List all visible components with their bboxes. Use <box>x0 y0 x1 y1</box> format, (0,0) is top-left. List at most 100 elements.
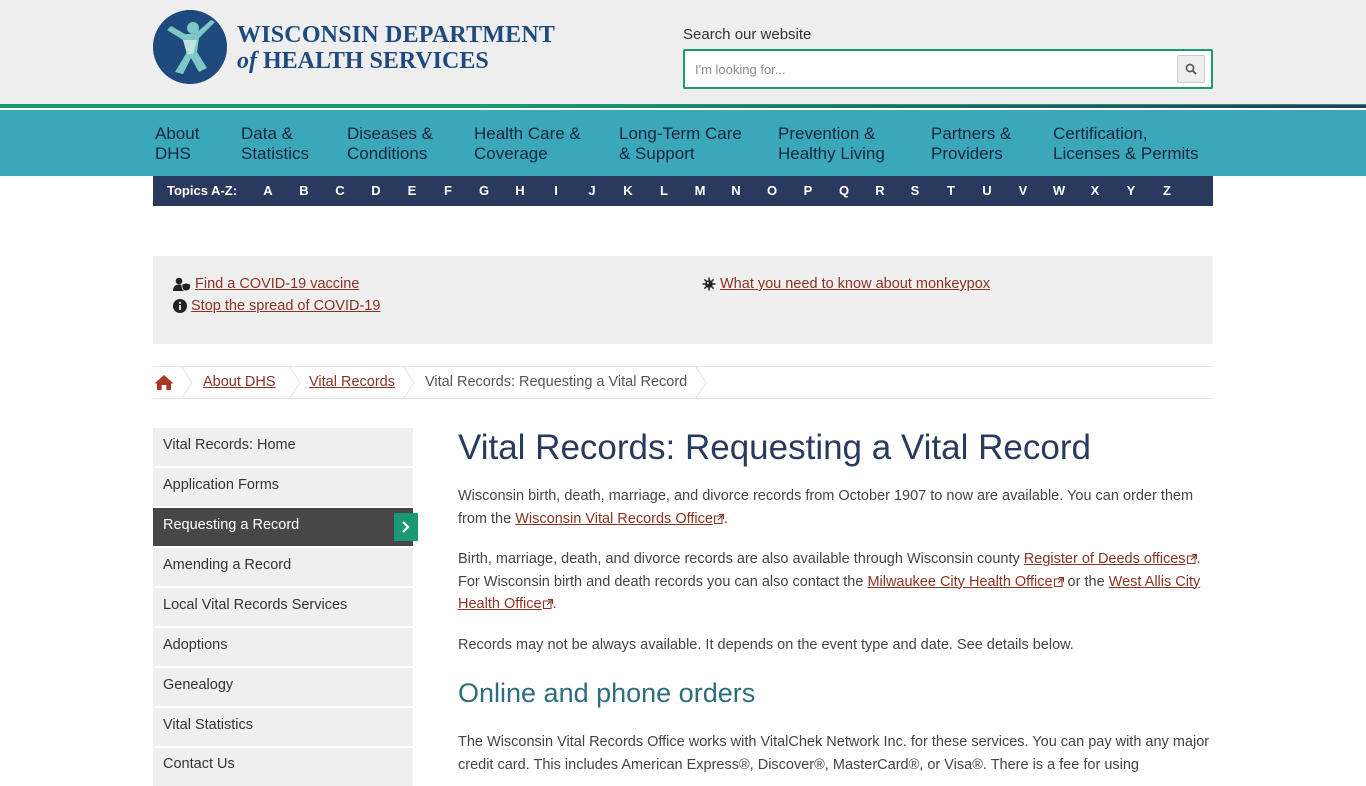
breadcrumb-vital-records[interactable]: Vital Records <box>309 374 395 390</box>
topic-letter-w[interactable]: W <box>1049 183 1069 198</box>
nav-certification-licenses[interactable]: Certification, Licenses & Permits <box>1053 124 1199 164</box>
logo-line2-text: HEALTH SERVICES <box>263 48 489 74</box>
topic-letter-c[interactable]: C <box>330 183 350 198</box>
logo-line1: WISCONSIN DEPARTMENT <box>237 22 556 48</box>
search-button[interactable] <box>1177 55 1205 83</box>
nav-line1: Long-Term Care <box>619 124 742 143</box>
nav-about-dhs[interactable]: About DHS <box>155 124 199 164</box>
breadcrumb-separator <box>695 367 707 398</box>
sidebar-item-local-services[interactable]: Local Vital Records Services <box>153 588 413 626</box>
nav-line1: Health Care & <box>474 124 581 143</box>
sidebar-item-requesting-record[interactable]: Requesting a Record <box>153 508 418 546</box>
breadcrumb-separator <box>181 367 193 398</box>
alert-covid-vaccine: Find a COVID-19 vaccine <box>173 276 359 292</box>
sidebar-item-amending-record[interactable]: Amending a Record <box>153 548 413 586</box>
topic-letter-k[interactable]: K <box>618 183 638 198</box>
register-of-deeds-link[interactable]: Register of Deeds offices <box>1024 551 1186 567</box>
topic-letter-q[interactable]: Q <box>834 183 854 198</box>
topic-letter-d[interactable]: D <box>366 183 386 198</box>
page-title: Vital Records: Requesting a Vital Record <box>458 428 1091 467</box>
milwaukee-health-office-link[interactable]: Milwaukee City Health Office <box>867 574 1052 590</box>
county-end: . <box>552 596 557 612</box>
dhs-logo-mark-icon <box>153 10 227 84</box>
search-icon <box>1185 63 1197 75</box>
header-stripe-gradient <box>0 105 1366 108</box>
person-shield-icon <box>173 277 191 291</box>
topic-letter-z[interactable]: Z <box>1157 183 1177 198</box>
section-heading-online-orders: Online and phone orders <box>458 678 756 708</box>
topic-letter-n[interactable]: N <box>726 183 746 198</box>
nav-line2: Statistics <box>241 144 310 163</box>
dhs-logo[interactable]: WISCONSIN DEPARTMENT of HEALTH SERVICES <box>153 10 555 84</box>
main-nav: About DHS Data & Statistics Diseases & Cond… <box>0 110 1366 176</box>
home-icon[interactable] <box>154 374 174 395</box>
monkeypox-link[interactable]: What you need to know about monkeypox <box>720 276 990 292</box>
nav-line1: Certification, <box>1053 124 1148 143</box>
info-circle-icon <box>173 299 187 313</box>
topic-letter-x[interactable]: X <box>1085 183 1105 198</box>
nav-line1: Data & <box>241 124 293 143</box>
vitalchek-paragraph: The Wisconsin Vital Records Office works… <box>458 734 1210 773</box>
topic-letter-j[interactable]: J <box>582 183 602 198</box>
sidebar-item-home[interactable]: Vital Records: Home <box>153 428 413 466</box>
topic-letter-p[interactable]: P <box>798 183 818 198</box>
nav-prevention-healthy-living[interactable]: Prevention & Healthy Living <box>778 124 885 164</box>
breadcrumb-about-dhs[interactable]: About DHS <box>203 374 276 390</box>
topic-letter-u[interactable]: U <box>977 183 997 198</box>
sidebar-item-label: Requesting a Record <box>163 517 300 533</box>
topic-letter-g[interactable]: G <box>474 183 494 198</box>
external-link-icon <box>1053 576 1064 587</box>
topic-letter-o[interactable]: O <box>762 183 782 198</box>
topic-letter-m[interactable]: M <box>690 183 710 198</box>
logo-line2: of HEALTH SERVICES <box>237 48 555 74</box>
site-header: WISCONSIN DEPARTMENT of HEALTH SERVICES … <box>0 0 1366 104</box>
topic-letter-b[interactable]: B <box>294 183 314 198</box>
breadcrumb-separator <box>403 367 415 398</box>
intro-end: . <box>723 510 728 527</box>
virus-icon <box>702 277 716 291</box>
nav-line2: Providers <box>931 144 1003 163</box>
nav-line2: & Support <box>619 144 695 163</box>
topic-letter-i[interactable]: I <box>546 183 566 198</box>
topic-letter-a[interactable]: A <box>258 183 278 198</box>
alert-box: Find a COVID-19 vaccine Stop the spread … <box>153 256 1213 344</box>
nav-long-term-care[interactable]: Long-Term Care & Support <box>619 124 742 164</box>
topic-letter-y[interactable]: Y <box>1121 183 1141 198</box>
topic-letter-e[interactable]: E <box>402 183 422 198</box>
external-link-icon <box>542 599 553 609</box>
sidebar-item-contact-us[interactable]: Contact Us <box>153 748 413 786</box>
nav-data-statistics[interactable]: Data & Statistics <box>241 124 309 164</box>
topic-letter-f[interactable]: F <box>438 183 458 198</box>
intro-paragraph: Wisconsin birth, death, marriage, and di… <box>458 485 1213 530</box>
stop-spread-link[interactable]: Stop the spread of COVID-19 <box>191 298 380 314</box>
external-link-icon <box>713 513 724 524</box>
search-label: Search our website <box>683 26 812 43</box>
nav-line2: Healthy Living <box>778 144 885 163</box>
covid-vaccine-link[interactable]: Find a COVID-19 vaccine <box>195 276 359 292</box>
vital-records-office-link[interactable]: Wisconsin Vital Records Office <box>515 511 713 527</box>
nav-line2: Licenses & Permits <box>1053 144 1199 163</box>
topic-letter-s[interactable]: S <box>905 183 925 198</box>
sidebar-item-vital-statistics[interactable]: Vital Statistics <box>153 708 413 746</box>
search-input[interactable] <box>695 58 1165 80</box>
topic-letter-r[interactable]: R <box>870 183 890 198</box>
nav-line2: Conditions <box>347 144 428 163</box>
nav-line2: Coverage <box>474 144 548 163</box>
breadcrumb: About DHS Vital Records Vital Records: R… <box>153 366 1213 399</box>
sidebar-item-genealogy[interactable]: Genealogy <box>153 668 413 706</box>
topic-letter-t[interactable]: T <box>941 183 961 198</box>
sidebar-item-adoptions[interactable]: Adoptions <box>153 628 413 666</box>
topic-letter-h[interactable]: H <box>510 183 530 198</box>
sidebar-item-application-forms[interactable]: Application Forms <box>153 468 413 506</box>
topics-az-bar: Topics A-Z: A B C D E F G H I J K L M N … <box>153 176 1213 206</box>
topic-letter-l[interactable]: L <box>654 183 674 198</box>
county-text-c: or the <box>1063 573 1109 590</box>
nav-line2: DHS <box>155 144 191 163</box>
nav-health-care-coverage[interactable]: Health Care & Coverage <box>474 124 581 164</box>
search-box <box>683 49 1213 89</box>
dhs-logo-text: WISCONSIN DEPARTMENT of HEALTH SERVICES <box>237 22 555 74</box>
availability-paragraph: Records may not be always available. It … <box>458 637 1074 653</box>
nav-diseases-conditions[interactable]: Diseases & Conditions <box>347 124 433 164</box>
nav-partners-providers[interactable]: Partners & Providers <box>931 124 1011 164</box>
topic-letter-v[interactable]: V <box>1013 183 1033 198</box>
